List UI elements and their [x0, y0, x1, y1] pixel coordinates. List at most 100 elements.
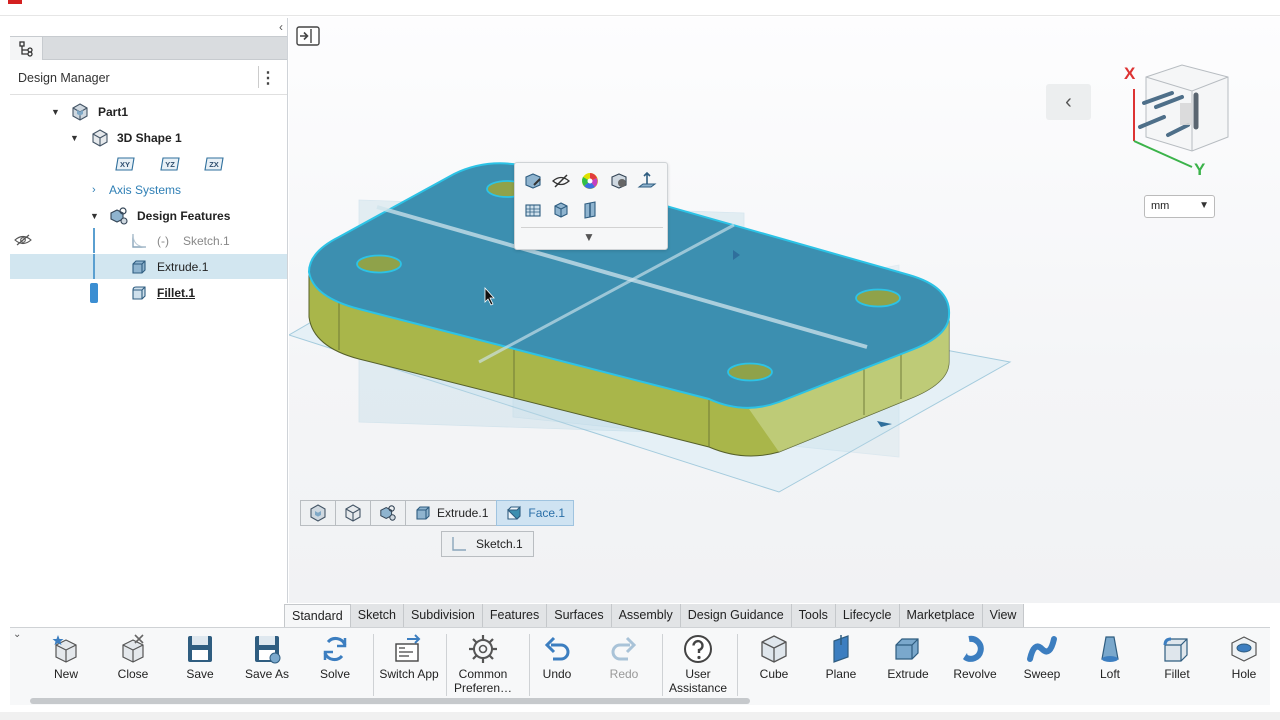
sweep-label: Sweep — [1023, 667, 1061, 681]
hole-icon — [1231, 636, 1257, 662]
tree-item-part1[interactable]: ▼ Part1 — [10, 99, 287, 124]
appearance-button[interactable] — [607, 169, 631, 193]
crumb-extrude[interactable]: Extrude.1 — [405, 500, 498, 526]
caret-down-icon[interactable]: ▼ — [90, 211, 99, 221]
normal-to-button[interactable] — [635, 169, 659, 193]
sweep-icon — [1027, 636, 1057, 662]
extrude-icon — [895, 638, 919, 660]
design-manager-panel: ‹ Design Manager ⋮ ▼ Part1 ▼ 3D Shape 1 … — [10, 18, 288, 603]
3d-viewport[interactable]: ▼ ‹ X Y mm ▼ Extrude.1 Face.1 Sketch.1 — [289, 17, 1280, 603]
crumb-extrude-label: Extrude.1 — [437, 506, 489, 520]
tree-item-extrude[interactable]: Extrude.1 — [10, 254, 287, 279]
expand-toolbar-icon[interactable]: ▼ — [583, 230, 595, 244]
ribbon-scrollbar[interactable] — [30, 698, 750, 704]
close-button[interactable]: Close — [100, 633, 166, 695]
section-view-button[interactable] — [521, 198, 545, 222]
close-label: Close — [117, 667, 149, 681]
split-button[interactable] — [578, 198, 602, 222]
hide-button[interactable] — [549, 169, 573, 193]
hole-4[interactable] — [727, 362, 773, 382]
tree-item-axis-systems[interactable]: › Axis Systems — [10, 177, 287, 202]
zx-plane-icon[interactable]: ZX — [203, 155, 225, 173]
collapse-panel-icon[interactable]: ‹ — [279, 20, 283, 34]
color-button[interactable] — [578, 169, 602, 193]
fillet-button[interactable]: Fillet — [1144, 633, 1210, 695]
zx-plane-label: ZX — [209, 160, 219, 169]
selection-breadcrumb: Extrude.1 Face.1 — [300, 500, 575, 526]
tree-item-3d-shape[interactable]: ▼ 3D Shape 1 — [10, 125, 287, 150]
tree-tab[interactable] — [10, 37, 43, 60]
loft-button[interactable]: Loft — [1077, 633, 1143, 695]
context-toolbar: ▼ — [514, 162, 668, 250]
tab-lifecycle[interactable]: Lifecycle — [835, 604, 900, 627]
solve-button[interactable]: Solve — [302, 633, 368, 695]
plane-button[interactable]: Plane — [808, 633, 874, 695]
cube-button[interactable]: Cube — [741, 633, 807, 695]
user-assistance-button[interactable]: User Assistance — [665, 633, 731, 695]
crumb-design-features[interactable] — [370, 500, 406, 526]
crumb-face-label: Face.1 — [528, 506, 566, 520]
isolate-button[interactable] — [549, 198, 573, 222]
cube-label: Cube — [759, 667, 789, 681]
hole-1[interactable] — [356, 254, 402, 274]
tree-connector-line — [93, 254, 95, 279]
kebab-menu-icon[interactable]: ⋮ — [260, 68, 276, 88]
caret-down-icon[interactable]: ▼ — [51, 107, 60, 117]
hole-3[interactable] — [855, 288, 901, 308]
extrude-icon — [416, 506, 430, 520]
tab-assembly[interactable]: Assembly — [611, 604, 681, 627]
collapse-sidebar-button[interactable]: ‹ — [1046, 84, 1091, 120]
tab-features[interactable]: Features — [482, 604, 548, 627]
tab-tools[interactable]: Tools — [791, 604, 836, 627]
new-label: New — [53, 667, 78, 681]
caret-down-icon[interactable]: ▼ — [70, 133, 79, 143]
section-view-icon — [525, 204, 541, 217]
view-cube[interactable]: X Y — [1122, 59, 1234, 179]
common-preferences-button[interactable]: Common Preferen… — [450, 633, 516, 695]
tab-subdivision[interactable]: Subdivision — [403, 604, 483, 627]
plane-icon — [833, 635, 849, 663]
tree-item-sketch[interactable]: (-) Sketch.1 — [10, 228, 287, 253]
xy-plane-icon[interactable]: XY — [114, 155, 136, 173]
color-wheel-icon — [582, 173, 598, 189]
edit-definition-button[interactable] — [521, 169, 545, 193]
hole-button[interactable]: Hole — [1211, 633, 1277, 695]
tree-item-fillet[interactable]: Fillet.1 — [10, 280, 287, 305]
toggle-panel-icon[interactable] — [296, 26, 320, 46]
rollback-bar[interactable] — [90, 283, 98, 303]
tree-label-extrude: Extrude.1 — [157, 259, 209, 274]
crumb-part[interactable] — [300, 500, 336, 526]
extrude-button[interactable]: Extrude — [875, 633, 941, 695]
y-axis-label: Y — [1194, 160, 1206, 179]
save-button[interactable]: Save — [167, 633, 233, 695]
revolve-button[interactable]: Revolve — [942, 633, 1008, 695]
chevron-right-icon[interactable]: › — [92, 184, 96, 196]
tab-view[interactable]: View — [982, 604, 1025, 627]
tree-item-design-features[interactable]: ▼ Design Features — [10, 203, 287, 228]
toolbar-divider — [521, 227, 663, 228]
tree-label-axis-systems: Axis Systems — [109, 182, 182, 197]
new-button[interactable]: New — [33, 633, 99, 695]
crumb-sketch[interactable]: Sketch.1 — [441, 531, 534, 557]
sweep-button[interactable]: Sweep — [1009, 633, 1075, 695]
design-features-icon — [380, 505, 396, 521]
undo-button[interactable]: Undo — [524, 633, 590, 695]
tab-marketplace[interactable]: Marketplace — [899, 604, 983, 627]
switch-app-button[interactable]: Switch App — [376, 633, 442, 695]
tab-standard[interactable]: Standard — [284, 604, 351, 627]
hidden-eye-icon[interactable] — [14, 233, 32, 247]
tab-sketch[interactable]: Sketch — [350, 604, 404, 627]
undo-label: Undo — [542, 667, 572, 681]
yz-plane-icon[interactable]: YZ — [159, 155, 181, 173]
crumb-face[interactable]: Face.1 — [496, 500, 575, 526]
units-dropdown[interactable]: mm ▼ — [1144, 195, 1215, 218]
save-as-button[interactable]: Save As — [234, 633, 300, 695]
face-icon — [507, 505, 521, 520]
crumb-shape[interactable] — [335, 500, 371, 526]
shape-icon — [92, 128, 108, 147]
collapse-ribbon-icon[interactable]: ⌄ — [13, 629, 21, 640]
tab-design-guidance[interactable]: Design Guidance — [680, 604, 792, 627]
tab-surfaces[interactable]: Surfaces — [547, 604, 612, 627]
app-window: ‹ Design Manager ⋮ ▼ Part1 ▼ 3D Shape 1 … — [0, 0, 1280, 720]
redo-button[interactable]: Redo — [591, 633, 657, 695]
